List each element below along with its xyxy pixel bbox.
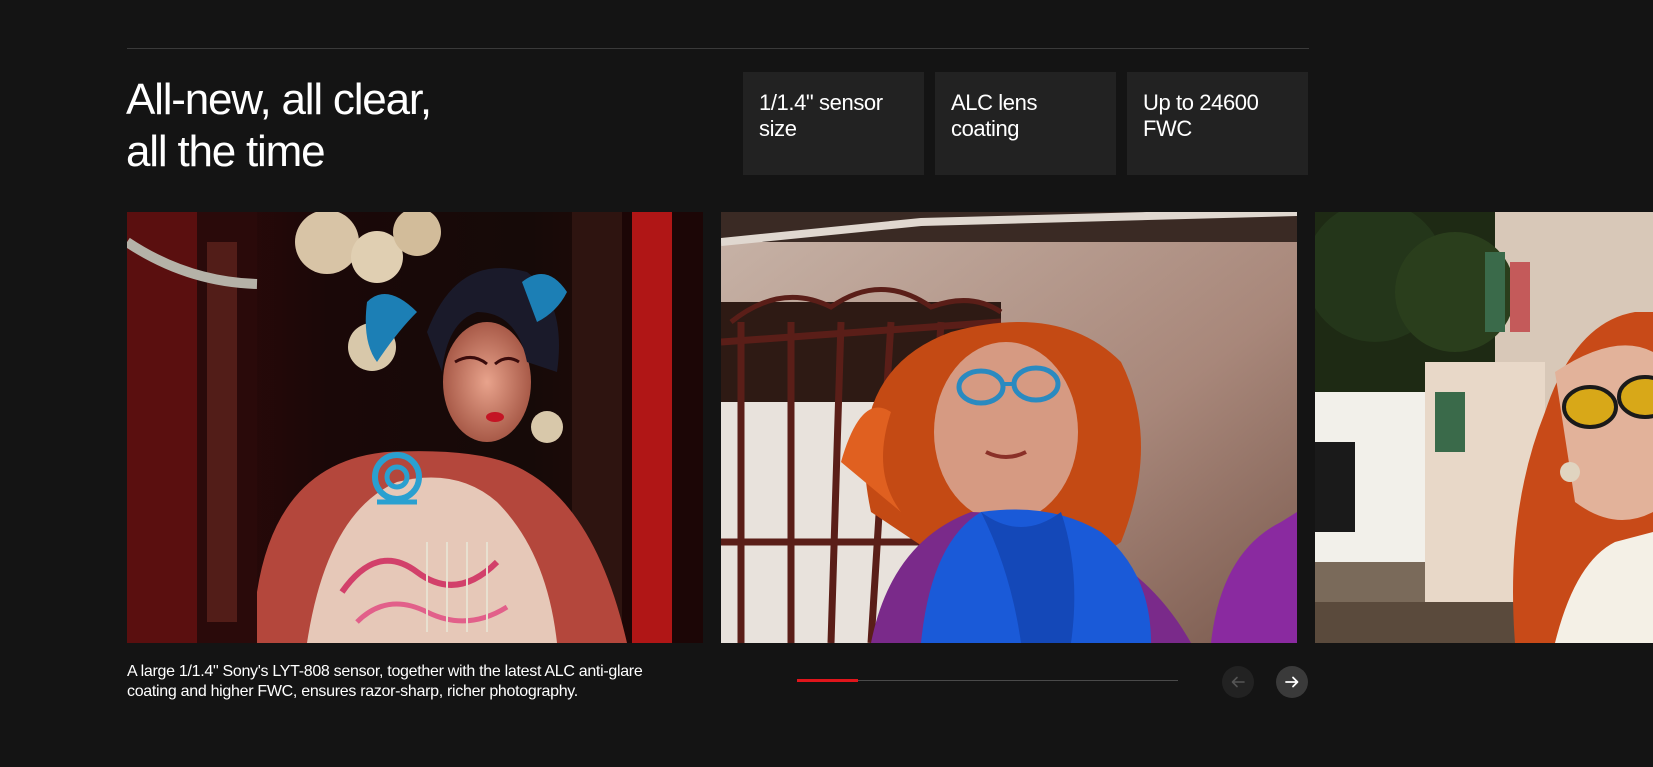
carousel-slide-sunglasses-woman[interactable] <box>1315 212 1653 643</box>
carousel-slide-red-hair-woman[interactable] <box>721 212 1297 643</box>
top-divider <box>127 48 1309 49</box>
carousel-caption: A large 1/1.4" Sony's LYT-808 sensor, to… <box>127 663 643 700</box>
section-title: All-new, all clear, all the time <box>126 74 432 178</box>
carousel-next-button[interactable] <box>1276 666 1308 698</box>
carousel-progress-track <box>797 679 1178 682</box>
feature-card-fwc: Up to 24600 FWC <box>1127 72 1308 175</box>
red-hair-woman-photo <box>721 212 1297 643</box>
carousel-slide-opera-performer[interactable] <box>127 212 703 643</box>
opera-performer-photo <box>127 212 703 643</box>
carousel-progress-fill <box>797 679 858 682</box>
carousel-prev-button[interactable] <box>1222 666 1254 698</box>
section-title-line-1: All-new, all clear, <box>126 75 432 124</box>
section-title-line-2: all the time <box>126 127 326 176</box>
arrow-right-icon <box>1285 676 1299 688</box>
arrow-left-icon <box>1231 676 1245 688</box>
sunglasses-woman-photo <box>1315 212 1653 643</box>
feature-card-lens-coating: ALC lens coating <box>935 72 1116 175</box>
page: All-new, all clear, all the time 1/1.4" … <box>0 0 1653 767</box>
feature-card-sensor: 1/1.4" sensor size <box>743 72 924 175</box>
